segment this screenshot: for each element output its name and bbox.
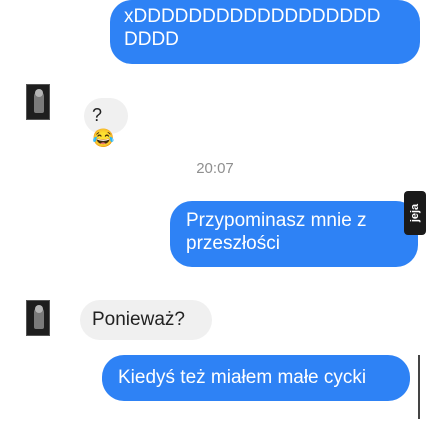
message-text: ? xyxy=(92,105,103,125)
message-text: Ponieważ? xyxy=(92,309,185,330)
text-cursor xyxy=(418,355,420,419)
incoming-message-1[interactable]: ? 😂 xyxy=(84,98,128,148)
message-text: xDDDDDDDDDDDDDDDDDD DDDD xyxy=(124,6,381,50)
contact-avatar[interactable] xyxy=(26,84,50,120)
watermark-badge: jeja xyxy=(404,191,426,235)
outgoing-message-2[interactable]: Przypominasz mnie z przeszłości xyxy=(170,201,418,267)
message-timestamp: 20:07 xyxy=(196,160,234,177)
outgoing-message-1[interactable]: xDDDDDDDDDDDDDDDDDD DDDD xyxy=(110,0,420,64)
message-text: Przypominasz mnie z przeszłości xyxy=(186,210,367,254)
contact-avatar[interactable] xyxy=(26,300,50,336)
outgoing-message-3[interactable]: Kiedyś też miałem małe cycki xyxy=(102,355,410,401)
message-text: Kiedyś też miałem małe cycki xyxy=(118,367,367,388)
laughing-emoji-icon: 😂 xyxy=(92,128,115,148)
incoming-message-2[interactable]: Ponieważ? xyxy=(80,300,212,340)
